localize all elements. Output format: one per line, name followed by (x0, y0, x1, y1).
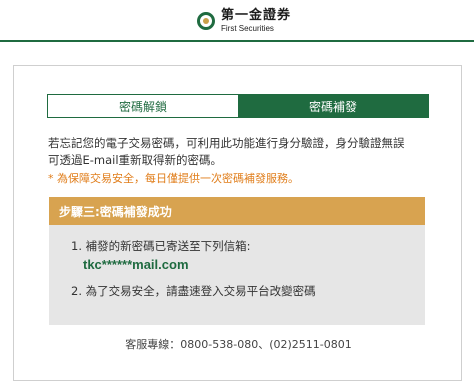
site-header: 第一金證券 First Securities (0, 0, 474, 42)
intro-text: 若忘記您的電子交易密碼，可利用此功能進行身分驗證，身分驗證無誤 可透過E-mai… (48, 135, 438, 169)
masked-email: tkc******mail.com (83, 257, 189, 272)
password-panel: 密碼解鎖 密碼補發 若忘記您的電子交易密碼，可利用此功能進行身分驗證，身分驗證無… (13, 65, 462, 381)
intro-line-1: 若忘記您的電子交易密碼，可利用此功能進行身分驗證，身分驗證無誤 (48, 136, 405, 150)
security-note: * 為保障交易安全，每日僅提供一次密碼補發服務。 (48, 172, 299, 185)
step-title-bar: 步驟三:密碼補發成功 (49, 197, 425, 225)
logo-icon (197, 12, 215, 30)
result-line-2: 2. 為了交易安全，請盡速登入交易平台改變密碼 (71, 284, 316, 298)
logo-english-name: First Securities (221, 24, 274, 33)
intro-line-2: 可透過E-mail重新取得新的密碼。 (48, 153, 223, 167)
result-box: 1. 補發的新密碼已寄送至下列信箱: tkc******mail.com 2. … (49, 225, 425, 325)
tab-password-reissue[interactable]: 密碼補發 (238, 95, 428, 117)
customer-service-hotline: 客服專線：0800-538-080、(02)2511-0801 (125, 338, 352, 351)
tab-password-unlock[interactable]: 密碼解鎖 (48, 95, 238, 117)
logo-chinese-name: 第一金證券 (221, 8, 292, 23)
logo-text: 第一金證券 First Securities (221, 9, 291, 33)
brand-logo[interactable]: 第一金證券 First Securities (197, 6, 291, 36)
tab-bar: 密碼解鎖 密碼補發 (47, 94, 429, 118)
result-line-1: 1. 補發的新密碼已寄送至下列信箱: (71, 239, 251, 253)
